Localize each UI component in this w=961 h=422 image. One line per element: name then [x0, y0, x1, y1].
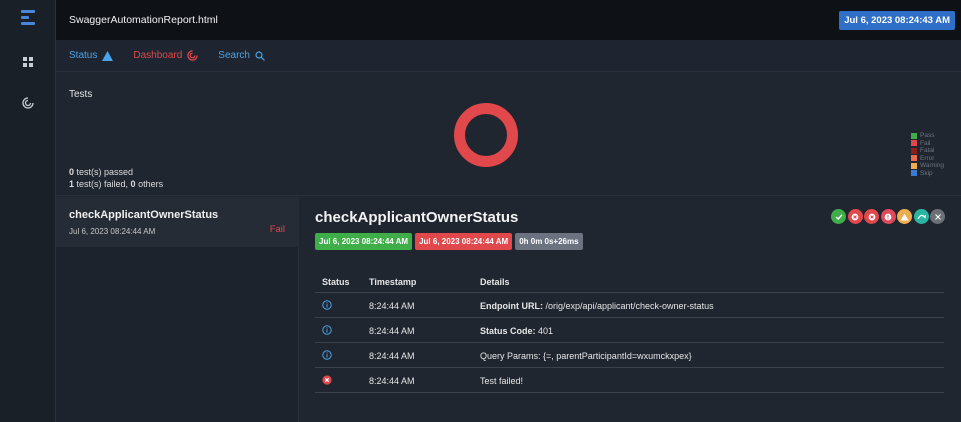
legend-warning[interactable]: Warning — [911, 162, 944, 170]
tests-legend: Pass Fail Fatal Error Warning Skip — [911, 132, 944, 177]
header-timestamp: Timestamp — [369, 277, 417, 287]
warning-triangle-icon — [102, 50, 114, 61]
skip-filter-icon[interactable] — [913, 209, 929, 224]
legend-error[interactable]: Error — [911, 155, 944, 163]
info-icon — [322, 350, 332, 362]
tests-donut-chart — [454, 103, 518, 167]
top-bar: SwaggerAutomationReport.html Jul 6, 2023… — [56, 0, 961, 40]
pass-filter-icon[interactable] — [831, 209, 846, 224]
status-badge: Fail — [269, 224, 285, 235]
log-table: Status Timestamp Details 8:24:44 AM Endp… — [315, 270, 944, 393]
warning-filter-icon[interactable] — [897, 209, 912, 224]
passed-summary: 0 test(s) passed — [69, 167, 134, 177]
left-rail — [0, 0, 56, 422]
legend-pass[interactable]: Pass — [911, 132, 944, 140]
failed-summary: 1 test(s) failed, 0 others — [69, 179, 164, 189]
tab-search-label: Search — [218, 50, 250, 61]
table-row: 8:24:44 AM Query Params: {=, parentParti… — [315, 343, 944, 368]
row-details: Query Params: {=, parentParticipantId=wx… — [480, 351, 692, 361]
tab-dashboard[interactable]: Dashboard — [133, 50, 199, 61]
row-time: 8:24:44 AM — [369, 351, 415, 361]
tab-dashboard-label: Dashboard — [133, 50, 183, 61]
duration-badge: 0h 0m 0s+26ms — [515, 233, 583, 250]
row-time: 8:24:44 AM — [369, 326, 415, 336]
row-details: Endpoint URL: /orig/exp/api/applicant/ch… — [480, 301, 714, 311]
tab-status-label: Status — [69, 50, 98, 61]
status-filter-icons — [830, 209, 945, 224]
page-title: checkApplicantOwnerStatus — [315, 209, 519, 226]
dashboard-icon — [187, 50, 199, 61]
tab-search[interactable]: Search — [218, 50, 265, 61]
report-title: SwaggerAutomationReport.html — [69, 14, 218, 26]
tests-title: Tests — [69, 89, 93, 100]
tests-summary: 0 test(s) passed 1 test(s) failed, 0 oth… — [69, 166, 163, 190]
tests-overview: Tests Pass Fail Fatal Error Warning Skip… — [56, 72, 961, 196]
start-time-badge: Jul 6, 2023 08:24:44 AM — [315, 233, 413, 250]
error-filter-icon[interactable] — [880, 209, 896, 224]
search-icon — [255, 50, 265, 61]
test-name: checkApplicantOwnerStatus — [69, 209, 219, 221]
row-time: 8:24:44 AM — [369, 301, 415, 311]
info-icon — [322, 300, 332, 312]
header-status: Status — [322, 277, 350, 287]
row-details: Status Code: 401 — [480, 326, 554, 336]
grid-icon[interactable] — [21, 55, 35, 69]
sub-nav: Status Dashboard Search — [56, 40, 961, 72]
fail-filter-icon[interactable] — [847, 209, 863, 224]
fail-icon — [322, 375, 332, 387]
dashboard-icon[interactable] — [21, 96, 35, 110]
legend-fatal[interactable]: Fatal — [911, 147, 944, 155]
app-logo-icon[interactable] — [21, 10, 35, 26]
legend-skip[interactable]: Skip — [911, 170, 944, 178]
test-list: checkApplicantOwnerStatus Jul 6, 2023 08… — [56, 197, 299, 422]
test-detail: checkApplicantOwnerStatus Jul 6, 2023 08… — [300, 197, 961, 422]
table-row: 8:24:44 AM Test failed! — [315, 368, 944, 393]
time-badges: Jul 6, 2023 08:24:44 AM Jul 6, 2023 08:2… — [315, 233, 586, 250]
table-header: Status Timestamp Details — [315, 270, 944, 293]
legend-fail[interactable]: Fail — [911, 140, 944, 148]
report-date-badge: Jul 6, 2023 08:24:43 AM — [839, 11, 955, 30]
list-item[interactable]: checkApplicantOwnerStatus Jul 6, 2023 08… — [56, 197, 299, 247]
table-row: 8:24:44 AM Endpoint URL: /orig/exp/api/a… — [315, 293, 944, 318]
table-row: 8:24:44 AM Status Code: 401 — [315, 318, 944, 343]
test-time: Jul 6, 2023 08:24:44 AM — [69, 227, 156, 236]
row-time: 8:24:44 AM — [369, 376, 415, 386]
info-icon — [322, 325, 332, 337]
tab-status[interactable]: Status — [69, 50, 114, 61]
header-details: Details — [480, 277, 510, 287]
row-details: Test failed! — [480, 376, 524, 386]
end-time-badge: Jul 6, 2023 08:24:44 AM — [415, 233, 513, 250]
fatal-filter-icon[interactable] — [864, 209, 879, 224]
clear-filter-icon[interactable] — [930, 209, 945, 224]
